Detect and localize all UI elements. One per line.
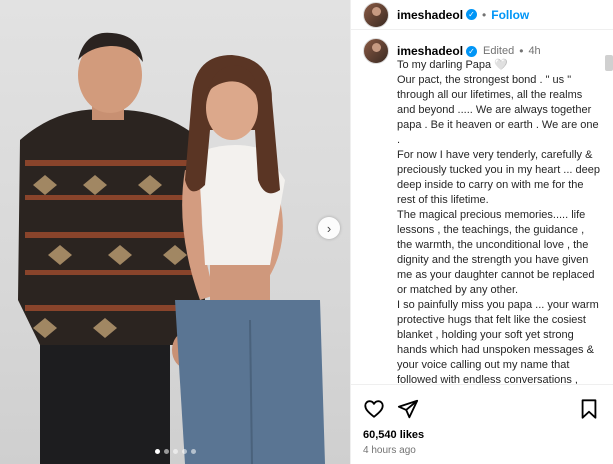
verified-badge-icon: ✓ <box>466 45 478 57</box>
heart-icon <box>364 400 384 418</box>
chevron-right-icon: › <box>326 220 332 236</box>
posted-time[interactable]: 4 hours ago <box>363 445 601 456</box>
share-button[interactable] <box>397 398 419 420</box>
post-time-short[interactable]: 4h <box>528 45 540 57</box>
action-icons <box>363 397 601 421</box>
bookmark-icon <box>581 399 597 419</box>
carousel-dot <box>172 449 178 454</box>
carousel-dot <box>163 449 169 454</box>
caption-scroll-area[interactable]: imeshadeol ✓ Edited • 4h To my darling P… <box>351 38 613 384</box>
post-media[interactable]: › <box>0 0 350 464</box>
save-button[interactable] <box>579 398 599 420</box>
actions-bar: 60,540 likes 4 hours ago <box>351 384 613 456</box>
like-button[interactable] <box>363 398 385 420</box>
post-photo <box>18 32 325 464</box>
follow-button[interactable]: Follow <box>491 8 529 22</box>
post-details-panel: imeshadeol ✓ • Follow imeshadeol ✓ Edite… <box>350 0 613 464</box>
avatar[interactable] <box>363 38 389 64</box>
post-header: imeshadeol ✓ • Follow <box>351 0 613 30</box>
share-icon <box>397 399 419 419</box>
scrollbar[interactable] <box>605 55 613 71</box>
carousel-dot <box>190 449 196 454</box>
carousel-dot <box>181 449 187 454</box>
caption-username[interactable]: imeshadeol <box>397 44 463 58</box>
caption-text: To my darling Papa 🤍 Our pact, the stron… <box>397 59 600 384</box>
separator-dot: • <box>482 7 487 22</box>
verified-badge-icon: ✓ <box>466 9 478 20</box>
edited-label: Edited <box>483 45 515 57</box>
carousel-next-button[interactable]: › <box>318 217 340 239</box>
carousel-indicator <box>0 449 350 454</box>
username[interactable]: imeshadeol <box>397 8 463 22</box>
carousel-dot <box>154 449 160 454</box>
avatar[interactable] <box>363 1 389 28</box>
separator-dot: • <box>519 44 524 58</box>
likes-count[interactable]: 60,540 likes <box>363 429 601 441</box>
